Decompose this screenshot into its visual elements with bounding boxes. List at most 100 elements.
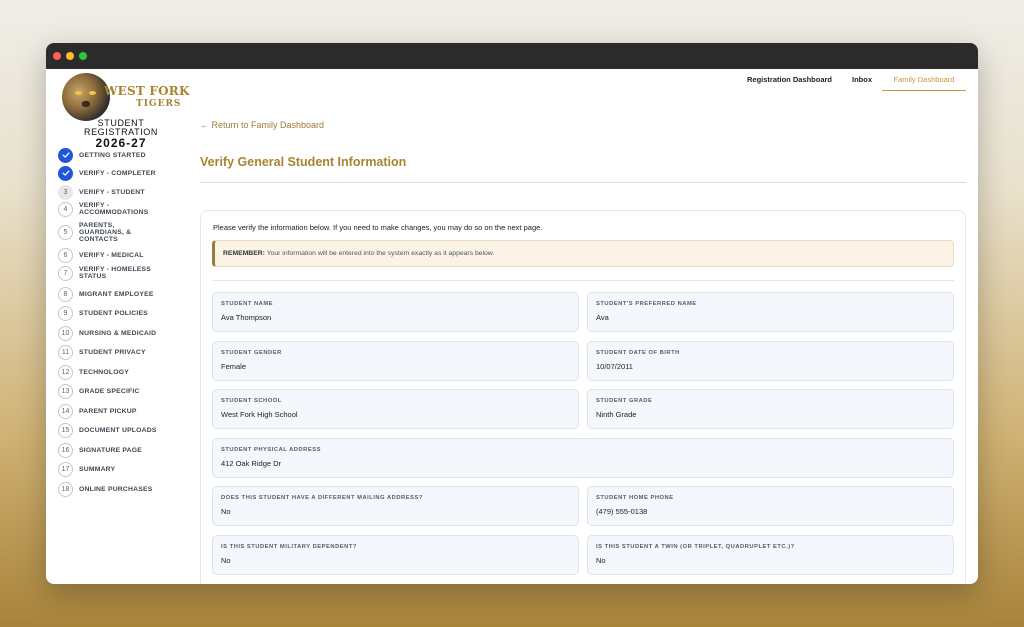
step-number: 15 [58, 422, 73, 438]
step-label: TECHNOLOGY [79, 368, 129, 376]
window-titlebar [46, 43, 978, 69]
step-student-policies[interactable]: 9 STUDENT POLICIES [58, 305, 184, 321]
step-number: 17 [58, 461, 73, 477]
checkmark-icon [58, 165, 73, 181]
step-migrant-employee[interactable]: 8 MIGRANT EMPLOYEE [58, 286, 184, 302]
field-student-name: STUDENT NAME Ava Thompson [212, 292, 579, 332]
step-number: 13 [58, 383, 73, 399]
logo-text-line2: TIGERS [136, 99, 182, 109]
step-verify-student[interactable]: 3 VERIFY - STUDENT [58, 184, 184, 200]
step-label: PARENTS, GUARDIANS, & CONTACTS [79, 221, 132, 243]
step-verify-medical[interactable]: 6 VERIFY - MEDICAL [58, 247, 184, 263]
field-different-mailing-address: DOES THIS STUDENT HAVE A DIFFERENT MAILI… [212, 486, 579, 526]
tiger-icon [62, 73, 110, 121]
step-document-uploads[interactable]: 15 DOCUMENT UPLOADS [58, 422, 184, 438]
step-nursing-medicaid[interactable]: 10 NURSING & MEDICAID [58, 325, 184, 341]
field-value: 412 Oak Ridge Dr [221, 459, 282, 468]
field-value: No [221, 556, 231, 565]
minimize-window-button[interactable] [66, 52, 74, 60]
step-label: ONLINE PURCHASES [79, 485, 153, 493]
step-parent-pickup[interactable]: 14 PARENT PICKUP [58, 403, 184, 419]
step-number: 16 [58, 442, 73, 458]
step-label: DOCUMENT UPLOADS [79, 426, 157, 434]
registration-title: STUDENT REGISTRATION [83, 118, 159, 137]
step-grade-specific[interactable]: 13 GRADE SPECIFIC [58, 383, 184, 399]
card-divider [212, 280, 954, 281]
step-verify-accommodations[interactable]: 4 VERIFY - ACCOMMODATIONS [58, 201, 184, 217]
divider [200, 182, 966, 183]
field-label: IS THIS STUDENT A TWIN (OR TRIPLET, QUAD… [596, 544, 795, 550]
step-label: VERIFY - STUDENT [79, 188, 145, 196]
step-verify-completer[interactable]: VERIFY - COMPLETER [58, 165, 184, 181]
field-value: No [221, 507, 231, 516]
step-signature-page[interactable]: 16 SIGNATURE PAGE [58, 442, 184, 458]
step-label: VERIFY - HOMELESS STATUS [79, 266, 152, 280]
field-value: 10/07/2011 [596, 362, 633, 371]
checkmark-icon [58, 147, 73, 163]
remember-text: Your information will be entered into th… [266, 250, 495, 257]
field-label: STUDENT NAME [221, 301, 274, 307]
step-number: 12 [58, 364, 73, 380]
step-number: 8 [58, 286, 73, 302]
field-label: STUDENT GENDER [221, 350, 282, 356]
step-student-privacy[interactable]: 11 STUDENT PRIVACY [58, 344, 184, 360]
main-content: ← Return to Family Dashboard Verify Gene… [200, 69, 966, 584]
step-label: VERIFY - COMPLETER [79, 169, 156, 177]
step-number: 6 [58, 247, 73, 263]
step-number: 4 [58, 201, 73, 217]
step-label: PARENT PICKUP [79, 407, 137, 415]
step-label: STUDENT POLICIES [79, 309, 148, 317]
field-label: STUDENT DATE OF BIRTH [596, 350, 680, 356]
step-number: 10 [58, 325, 73, 341]
field-student-school: STUDENT SCHOOL West Fork High School [212, 389, 579, 429]
step-label: VERIFY - MEDICAL [79, 251, 144, 259]
field-student-gender: STUDENT GENDER Female [212, 341, 579, 381]
step-number: 7 [58, 265, 73, 281]
field-label: IS THIS STUDENT MILITARY DEPENDENT? [221, 544, 357, 550]
field-label: STUDENT SCHOOL [221, 398, 282, 404]
remember-notice: REMEMBER: Your information will be enter… [212, 240, 954, 267]
step-label: SIGNATURE PAGE [79, 446, 142, 454]
field-value: West Fork High School [221, 410, 298, 419]
step-number: 14 [58, 403, 73, 419]
field-military-dependent: IS THIS STUDENT MILITARY DEPENDENT? No [212, 535, 579, 575]
west-fork-tigers-logo[interactable]: WEST FORK TIGERS [60, 73, 189, 123]
intro-text: Please verify the information below. If … [213, 223, 543, 232]
step-label: MIGRANT EMPLOYEE [79, 290, 154, 298]
step-label: SUMMARY [79, 465, 116, 473]
field-student-grade: STUDENT GRADE Ninth Grade [587, 389, 954, 429]
step-number: 11 [58, 344, 73, 360]
field-date-of-birth: STUDENT DATE OF BIRTH 10/07/2011 [587, 341, 954, 381]
close-window-button[interactable] [53, 52, 61, 60]
field-label: STUDENT HOME PHONE [596, 495, 674, 501]
field-value: Ava Thompson [221, 313, 272, 322]
step-verify-homeless-status[interactable]: 7 VERIFY - HOMELESS STATUS [58, 265, 184, 281]
step-online-purchases[interactable]: 18 ONLINE PURCHASES [58, 481, 184, 497]
step-number: 3 [58, 184, 73, 200]
student-info-card: Please verify the information below. If … [200, 210, 966, 584]
field-physical-address: STUDENT PHYSICAL ADDRESS 412 Oak Ridge D… [212, 438, 954, 478]
maximize-window-button[interactable] [79, 52, 87, 60]
step-summary[interactable]: 17 SUMMARY [58, 461, 184, 477]
step-number: 9 [58, 305, 73, 321]
step-label: GETTING STARTED [79, 151, 146, 159]
step-label: STUDENT PRIVACY [79, 348, 146, 356]
remember-label: REMEMBER: [223, 250, 265, 257]
field-home-phone: STUDENT HOME PHONE (479) 555-0138 [587, 486, 954, 526]
sidebar: WEST FORK TIGERS STUDENT REGISTRATION 20… [46, 69, 189, 584]
step-number: 18 [58, 481, 73, 497]
step-technology[interactable]: 12 TECHNOLOGY [58, 364, 184, 380]
step-label: VERIFY - ACCOMMODATIONS [79, 202, 149, 216]
field-label: STUDENT GRADE [596, 398, 653, 404]
step-number: 5 [58, 224, 73, 240]
return-to-family-dashboard-link[interactable]: ← Return to Family Dashboard [200, 120, 324, 130]
field-label: STUDENT'S PREFERRED NAME [596, 301, 697, 307]
step-getting-started[interactable]: GETTING STARTED [58, 147, 184, 163]
field-preferred-name: STUDENT'S PREFERRED NAME Ava [587, 292, 954, 332]
step-parents-guardians-contacts[interactable]: 5 PARENTS, GUARDIANS, & CONTACTS [58, 221, 184, 243]
page-title: Verify General Student Information [200, 155, 407, 169]
field-value: (479) 555-0138 [596, 507, 648, 516]
field-twin: IS THIS STUDENT A TWIN (OR TRIPLET, QUAD… [587, 535, 954, 575]
field-value: No [596, 556, 606, 565]
field-value: Female [221, 362, 247, 371]
